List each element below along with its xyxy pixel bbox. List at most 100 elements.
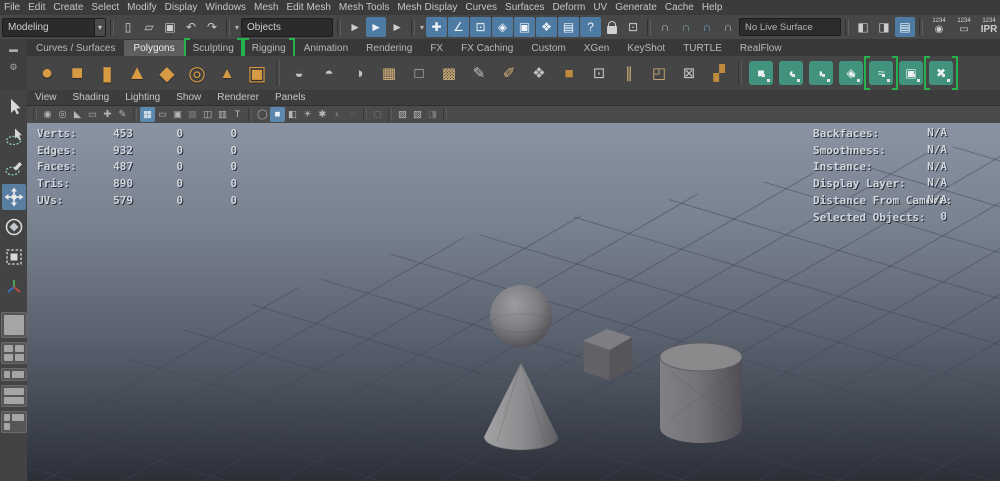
menu-file[interactable]: File bbox=[0, 2, 24, 13]
menu-surfaces[interactable]: Surfaces bbox=[501, 2, 548, 13]
poly-pyramid-icon[interactable]: ▲ bbox=[213, 58, 241, 88]
extrude-icon[interactable]: ◰ bbox=[645, 58, 673, 88]
menu-create[interactable]: Create bbox=[49, 2, 87, 13]
save-scene-icon[interactable]: ▣ bbox=[160, 17, 180, 37]
poly-plane-icon[interactable]: ◆ bbox=[153, 58, 181, 88]
shelf-tab-keyshot[interactable]: KeyShot bbox=[618, 40, 674, 56]
live-surface-field[interactable]: No Live Surface bbox=[739, 18, 841, 36]
redo-icon[interactable]: ↷ bbox=[202, 17, 222, 37]
target-weld-icon[interactable]: ⊡ bbox=[585, 58, 613, 88]
sculpt-tool-icon[interactable]: ■ bbox=[747, 58, 775, 88]
menu-curves[interactable]: Curves bbox=[461, 2, 501, 13]
multi-component-icon[interactable]: ❖ bbox=[525, 58, 553, 88]
safe-action-icon[interactable]: ▥ bbox=[215, 107, 230, 122]
shelf-tab-fx-caching[interactable]: FX Caching bbox=[452, 40, 522, 56]
sculpt-flatten-icon[interactable]: ✖ bbox=[927, 58, 955, 88]
selection-highlight-icon[interactable]: ⊡ bbox=[623, 17, 643, 37]
poly-torus-icon[interactable]: ◎ bbox=[183, 58, 211, 88]
panel-menu-view[interactable]: View bbox=[27, 92, 65, 103]
camera-attributes-icon[interactable]: ◎ bbox=[55, 107, 70, 122]
menu-uv[interactable]: UV bbox=[589, 2, 611, 13]
menu-select[interactable]: Select bbox=[87, 2, 123, 13]
render-current-frame-icon[interactable]: 1234▭ bbox=[952, 16, 976, 38]
scene-sphere[interactable] bbox=[490, 285, 552, 347]
make-live-icon[interactable]: ▣ bbox=[514, 17, 535, 37]
xray-icon[interactable]: ▨ bbox=[395, 107, 410, 122]
menu-mesh-display[interactable]: Mesh Display bbox=[393, 2, 461, 13]
use-all-lights-icon[interactable]: ☀ bbox=[300, 107, 315, 122]
shelf-tab-realflow[interactable]: RealFlow bbox=[731, 40, 791, 56]
shelf-tab-fx[interactable]: FX bbox=[421, 40, 452, 56]
separate-icon[interactable]: ◓ bbox=[315, 58, 343, 88]
quad-draw-icon[interactable]: ✐ bbox=[495, 58, 523, 88]
attribute-editor-toggle-icon[interactable]: ◧ bbox=[853, 17, 873, 37]
select-tool[interactable] bbox=[2, 94, 26, 120]
sculpt-wave-icon[interactable]: ≈ bbox=[867, 58, 895, 88]
chevron-down-icon[interactable]: ▾ bbox=[235, 23, 239, 32]
four-pane-layout[interactable] bbox=[1, 342, 27, 364]
shelf-tab-turtle[interactable]: TURTLE bbox=[674, 40, 731, 56]
open-scene-icon[interactable]: ▱ bbox=[139, 17, 159, 37]
panel-menu-show[interactable]: Show bbox=[168, 92, 209, 103]
snap-to-curves-icon[interactable]: ∠ bbox=[448, 17, 469, 37]
sculpt-stamp-icon[interactable]: ▣ bbox=[897, 58, 925, 88]
two-pane-side-layout[interactable] bbox=[1, 368, 27, 381]
rotate-tool[interactable] bbox=[2, 214, 26, 240]
subdiv-proxy-icon[interactable]: □ bbox=[405, 58, 433, 88]
panel-menu-renderer[interactable]: Renderer bbox=[209, 92, 267, 103]
outliner-persp-layout[interactable] bbox=[1, 411, 27, 433]
render-view-icon[interactable]: 1234◉ bbox=[927, 16, 951, 38]
input-line-icon[interactable]: ▤ bbox=[558, 17, 579, 37]
snap-to-points-icon[interactable]: ⊡ bbox=[470, 17, 491, 37]
shadows-icon[interactable]: ✱ bbox=[315, 107, 330, 122]
select-components-icon[interactable]: ► bbox=[387, 17, 407, 37]
bookmark-icon[interactable]: ◣ bbox=[70, 107, 85, 122]
safe-title-icon[interactable]: T bbox=[230, 107, 245, 122]
magnet-off-icon[interactable]: ∩ bbox=[718, 17, 738, 37]
soft-select-icon[interactable]: ∩ bbox=[676, 17, 696, 37]
poly-cylinder-icon[interactable]: ▮ bbox=[93, 58, 121, 88]
menu-mesh-tools[interactable]: Mesh Tools bbox=[335, 2, 393, 13]
poly-cone-icon[interactable]: ▲ bbox=[123, 58, 151, 88]
channel-box-toggle-icon[interactable]: ▤ bbox=[895, 17, 915, 37]
sculpt-relax-icon[interactable]: ◗ bbox=[807, 58, 835, 88]
shelf-menu-icon[interactable]: ▬ bbox=[9, 45, 18, 54]
paint-select-tool[interactable] bbox=[2, 154, 26, 180]
panel-menu-panels[interactable]: Panels bbox=[267, 92, 314, 103]
tool-settings-toggle-icon[interactable]: ◨ bbox=[874, 17, 894, 37]
shelf-tab-custom[interactable]: Custom bbox=[522, 40, 574, 56]
resolution-gate-icon[interactable]: ▣ bbox=[170, 107, 185, 122]
two-pane-stacked-layout[interactable] bbox=[1, 385, 27, 407]
grid-toggle-icon[interactable]: ▦ bbox=[140, 107, 155, 122]
menu-mesh[interactable]: Mesh bbox=[250, 2, 282, 13]
shelf-tab-curves-surfaces[interactable]: Curves / Surfaces bbox=[27, 40, 124, 56]
help-icon[interactable]: ? bbox=[580, 17, 601, 37]
select-objects-icon[interactable]: ► bbox=[366, 17, 386, 37]
lasso-select-tool[interactable] bbox=[2, 124, 26, 150]
symmetry-icon[interactable]: ❖ bbox=[536, 17, 557, 37]
motion-blur-icon[interactable]: ◌ bbox=[345, 107, 360, 122]
isolate-select-icon[interactable]: ◻ bbox=[370, 107, 385, 122]
select-camera-icon[interactable]: ◉ bbox=[40, 107, 55, 122]
scale-tool[interactable] bbox=[2, 244, 26, 270]
ipr-render-icon[interactable]: 1234IPR bbox=[977, 16, 1000, 38]
textured-icon[interactable]: ◧ bbox=[285, 107, 300, 122]
snap-to-grids-icon[interactable]: ✚ bbox=[426, 17, 447, 37]
panel-menu-lighting[interactable]: Lighting bbox=[117, 92, 168, 103]
shelf-tab-sculpting[interactable]: Sculpting bbox=[184, 40, 243, 56]
move-tool[interactable] bbox=[2, 184, 26, 210]
panel-menu-shading[interactable]: Shading bbox=[65, 92, 118, 103]
bridge-icon[interactable]: ∥ bbox=[615, 58, 643, 88]
shelf-tab-xgen[interactable]: XGen bbox=[575, 40, 619, 56]
chevron-down-icon[interactable]: ▾ bbox=[420, 23, 424, 32]
ambient-occlusion-icon[interactable]: ◐ bbox=[330, 107, 345, 122]
grease-pencil-icon[interactable]: ✎ bbox=[115, 107, 130, 122]
xray-joints-icon[interactable]: ▧ bbox=[410, 107, 425, 122]
construction-history-icon[interactable]: ∩ bbox=[655, 17, 675, 37]
poly-pipe-icon[interactable]: ▣ bbox=[243, 58, 271, 88]
sculpt-grab-icon[interactable]: ◈ bbox=[837, 58, 865, 88]
edit-cube-icon[interactable]: ■ bbox=[555, 58, 583, 88]
tool-axis-indicator[interactable] bbox=[2, 274, 26, 300]
scene-cone[interactable] bbox=[484, 363, 558, 450]
viewport-canvas[interactable]: Verts:45300Edges:93200Faces:48700Tris:89… bbox=[27, 123, 1000, 481]
